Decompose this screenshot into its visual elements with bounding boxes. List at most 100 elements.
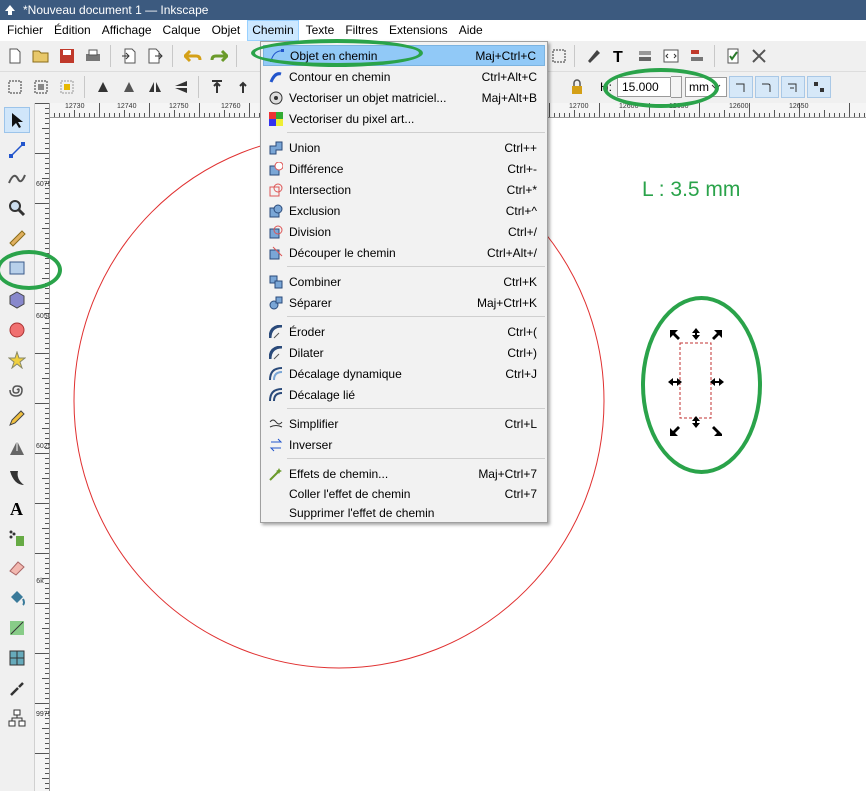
- menu-filtres[interactable]: Filtres: [341, 20, 382, 41]
- menu-item-label: Vectoriser du pixel art...: [289, 111, 415, 126]
- menu-item-vectoriser-pixel-art[interactable]: Vectoriser du pixel art...: [263, 108, 545, 129]
- text-font-icon[interactable]: T: [608, 45, 630, 67]
- menu-extensions[interactable]: Extensions: [385, 20, 452, 41]
- menu-item-label: Effets de chemin...: [289, 466, 389, 481]
- preferences-icon[interactable]: [748, 45, 770, 67]
- menu-affichage[interactable]: Affichage: [98, 20, 156, 41]
- selector-tool-icon[interactable]: [4, 107, 30, 133]
- raise-to-top-icon[interactable]: [206, 76, 228, 98]
- fill-stroke-icon[interactable]: [582, 45, 604, 67]
- menu-fichier[interactable]: Fichier: [3, 20, 47, 41]
- menu-edition[interactable]: Édition: [50, 20, 95, 41]
- new-document-icon[interactable]: [4, 45, 26, 67]
- select-all-layers-icon[interactable]: [30, 76, 52, 98]
- menu-item-difference[interactable]: Différence Ctrl+-: [263, 158, 545, 179]
- menu-item-vectoriser-matriciel[interactable]: Vectoriser un objet matriciel... Maj+Alt…: [263, 87, 545, 108]
- node-tool-icon[interactable]: [4, 137, 30, 163]
- small-rectangle-shape[interactable]: [679, 342, 712, 419]
- scale-corners-toggle[interactable]: [755, 76, 779, 98]
- select-all-icon[interactable]: [4, 76, 26, 98]
- menu-aide[interactable]: Aide: [455, 20, 487, 41]
- layers-icon[interactable]: [634, 45, 656, 67]
- menu-calque[interactable]: Calque: [159, 20, 205, 41]
- connector-tool-icon[interactable]: [4, 705, 30, 731]
- ruler-label: 12650: [669, 103, 689, 110]
- import-icon[interactable]: [118, 45, 140, 67]
- menu-item-coller-effet[interactable]: Coller l'effet de chemin Ctrl+7: [263, 483, 545, 504]
- outset-icon: [268, 345, 284, 361]
- text-tool-icon[interactable]: A: [4, 495, 30, 521]
- svg-text:T: T: [613, 49, 623, 64]
- document-properties-icon[interactable]: [722, 45, 744, 67]
- flip-horizontal-icon[interactable]: [144, 76, 166, 98]
- open-icon[interactable]: [30, 45, 52, 67]
- unit-select[interactable]: mm: [685, 77, 727, 97]
- raise-icon[interactable]: [232, 76, 254, 98]
- flip-vertical-icon[interactable]: [170, 76, 192, 98]
- height-spinner[interactable]: [671, 76, 682, 98]
- menu-item-effets-de-chemin[interactable]: Effets de chemin... Maj+Ctrl+7: [263, 463, 545, 484]
- menu-item-union[interactable]: Union Ctrl++: [263, 137, 545, 158]
- menu-item-intersection[interactable]: Intersection Ctrl+*: [263, 179, 545, 200]
- mesh-tool-icon[interactable]: [4, 645, 30, 671]
- menu-item-inverser[interactable]: Inverser: [263, 434, 545, 455]
- redo-icon[interactable]: [208, 45, 230, 67]
- spiral-tool-icon[interactable]: [4, 377, 30, 403]
- measure-tool-icon[interactable]: [4, 225, 30, 251]
- calligraphy-tool-icon[interactable]: [4, 465, 30, 491]
- save-icon[interactable]: [56, 45, 78, 67]
- 3d-box-tool-icon[interactable]: [4, 287, 30, 313]
- transform-patterns-toggle[interactable]: [807, 76, 831, 98]
- menu-item-division[interactable]: Division Ctrl+/: [263, 221, 545, 242]
- simplify-icon: [268, 416, 284, 432]
- rectangle-tool-icon[interactable]: [4, 255, 30, 281]
- zoom-page-icon[interactable]: [548, 45, 570, 67]
- pencil-tool-icon[interactable]: [4, 405, 30, 431]
- cut-path-icon: [268, 245, 284, 261]
- transform-gradients-toggle[interactable]: [781, 76, 805, 98]
- toolbox: A: [0, 103, 35, 791]
- tweak-tool-icon[interactable]: [4, 165, 30, 191]
- star-tool-icon[interactable]: [4, 347, 30, 373]
- deselect-icon[interactable]: [56, 76, 78, 98]
- menu-item-decalage-dynamique[interactable]: Décalage dynamique Ctrl+J: [263, 363, 545, 384]
- rotate-cw-icon[interactable]: [118, 76, 140, 98]
- paint-bucket-tool-icon[interactable]: [4, 585, 30, 611]
- dropper-tool-icon[interactable]: [4, 675, 30, 701]
- menu-item-separer[interactable]: Séparer Maj+Ctrl+K: [263, 292, 545, 313]
- menu-item-decouper-chemin[interactable]: Découper le chemin Ctrl+Alt+/: [263, 242, 545, 263]
- ellipse-tool-icon[interactable]: [4, 317, 30, 343]
- menu-item-decalage-lie[interactable]: Décalage lié: [263, 384, 545, 405]
- zoom-tool-icon[interactable]: [4, 195, 30, 221]
- gradient-tool-icon[interactable]: [4, 615, 30, 641]
- menu-objet[interactable]: Objet: [208, 20, 245, 41]
- menu-item-eroder[interactable]: Éroder Ctrl+(: [263, 321, 545, 342]
- menu-item-label: Division: [289, 224, 332, 239]
- selection-handles[interactable]: [668, 328, 724, 436]
- lock-ratio-icon[interactable]: [566, 76, 588, 98]
- spray-tool-icon[interactable]: [4, 525, 30, 551]
- scale-stroke-toggle[interactable]: [729, 76, 753, 98]
- menu-item-simplifier[interactable]: Simplifier Ctrl+L: [263, 413, 545, 434]
- export-icon[interactable]: [144, 45, 166, 67]
- pen-tool-icon[interactable]: [4, 435, 30, 461]
- menu-item-exclusion[interactable]: Exclusion Ctrl+^: [263, 200, 545, 221]
- menu-chemin[interactable]: Chemin: [247, 20, 299, 41]
- menu-item-dilater[interactable]: Dilater Ctrl+): [263, 342, 545, 363]
- rotate-ccw-icon[interactable]: [92, 76, 114, 98]
- undo-icon[interactable]: [182, 45, 204, 67]
- menu-texte[interactable]: Texte: [302, 20, 339, 41]
- unit-value: mm: [689, 80, 709, 94]
- menu-item-objet-en-chemin[interactable]: Objet en chemin Maj+Ctrl+C: [263, 45, 545, 66]
- menu-item-combiner[interactable]: Combiner Ctrl+K: [263, 271, 545, 292]
- eraser-tool-icon[interactable]: [4, 555, 30, 581]
- vertical-ruler[interactable]: 6075 6050 6025 6k 9975: [35, 103, 52, 791]
- menu-item-supprimer-effet[interactable]: Supprimer l'effet de chemin: [263, 502, 545, 523]
- menu-bar: Fichier Édition Affichage Calque Objet C…: [0, 20, 866, 41]
- xml-editor-icon[interactable]: [660, 45, 682, 67]
- trace-bitmap-icon: [268, 90, 284, 106]
- height-input[interactable]: [617, 77, 671, 97]
- align-distribute-icon[interactable]: [686, 45, 708, 67]
- print-icon[interactable]: [82, 45, 104, 67]
- menu-item-contour-en-chemin[interactable]: Contour en chemin Ctrl+Alt+C: [263, 66, 545, 87]
